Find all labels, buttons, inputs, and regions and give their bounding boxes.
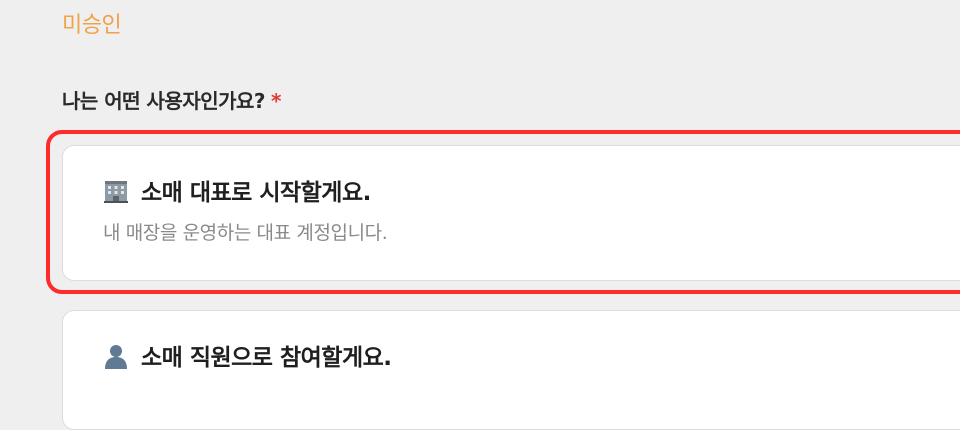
option-retail-owner-description: 내 매장을 운영하는 대표 계정입니다.	[103, 222, 388, 244]
cropped-heading-fragment	[130, 0, 190, 2]
option-retail-staff-title-text: 소매 직원으로 참여할게요.	[141, 345, 392, 371]
user-type-question: 나는 어떤 사용자인가요? *	[62, 88, 281, 114]
option-retail-owner-title: 소매 대표로 시작할게요.	[103, 178, 371, 208]
office-building-icon	[103, 178, 129, 204]
option-retail-staff-title: 소매 직원으로 참여할게요.	[103, 343, 392, 373]
option-retail-owner[interactable]: 소매 대표로 시작할게요. 내 매장을 운영하는 대표 계정입니다.	[62, 145, 960, 281]
required-mark: *	[271, 89, 281, 113]
person-silhouette-icon	[103, 343, 129, 369]
option-retail-owner-title-text: 소매 대표로 시작할게요.	[141, 180, 371, 206]
user-type-question-label: 나는 어떤 사용자인가요?	[62, 89, 266, 113]
approval-status: 미승인	[62, 13, 122, 38]
option-retail-staff[interactable]: 소매 직원으로 참여할게요.	[62, 310, 960, 430]
